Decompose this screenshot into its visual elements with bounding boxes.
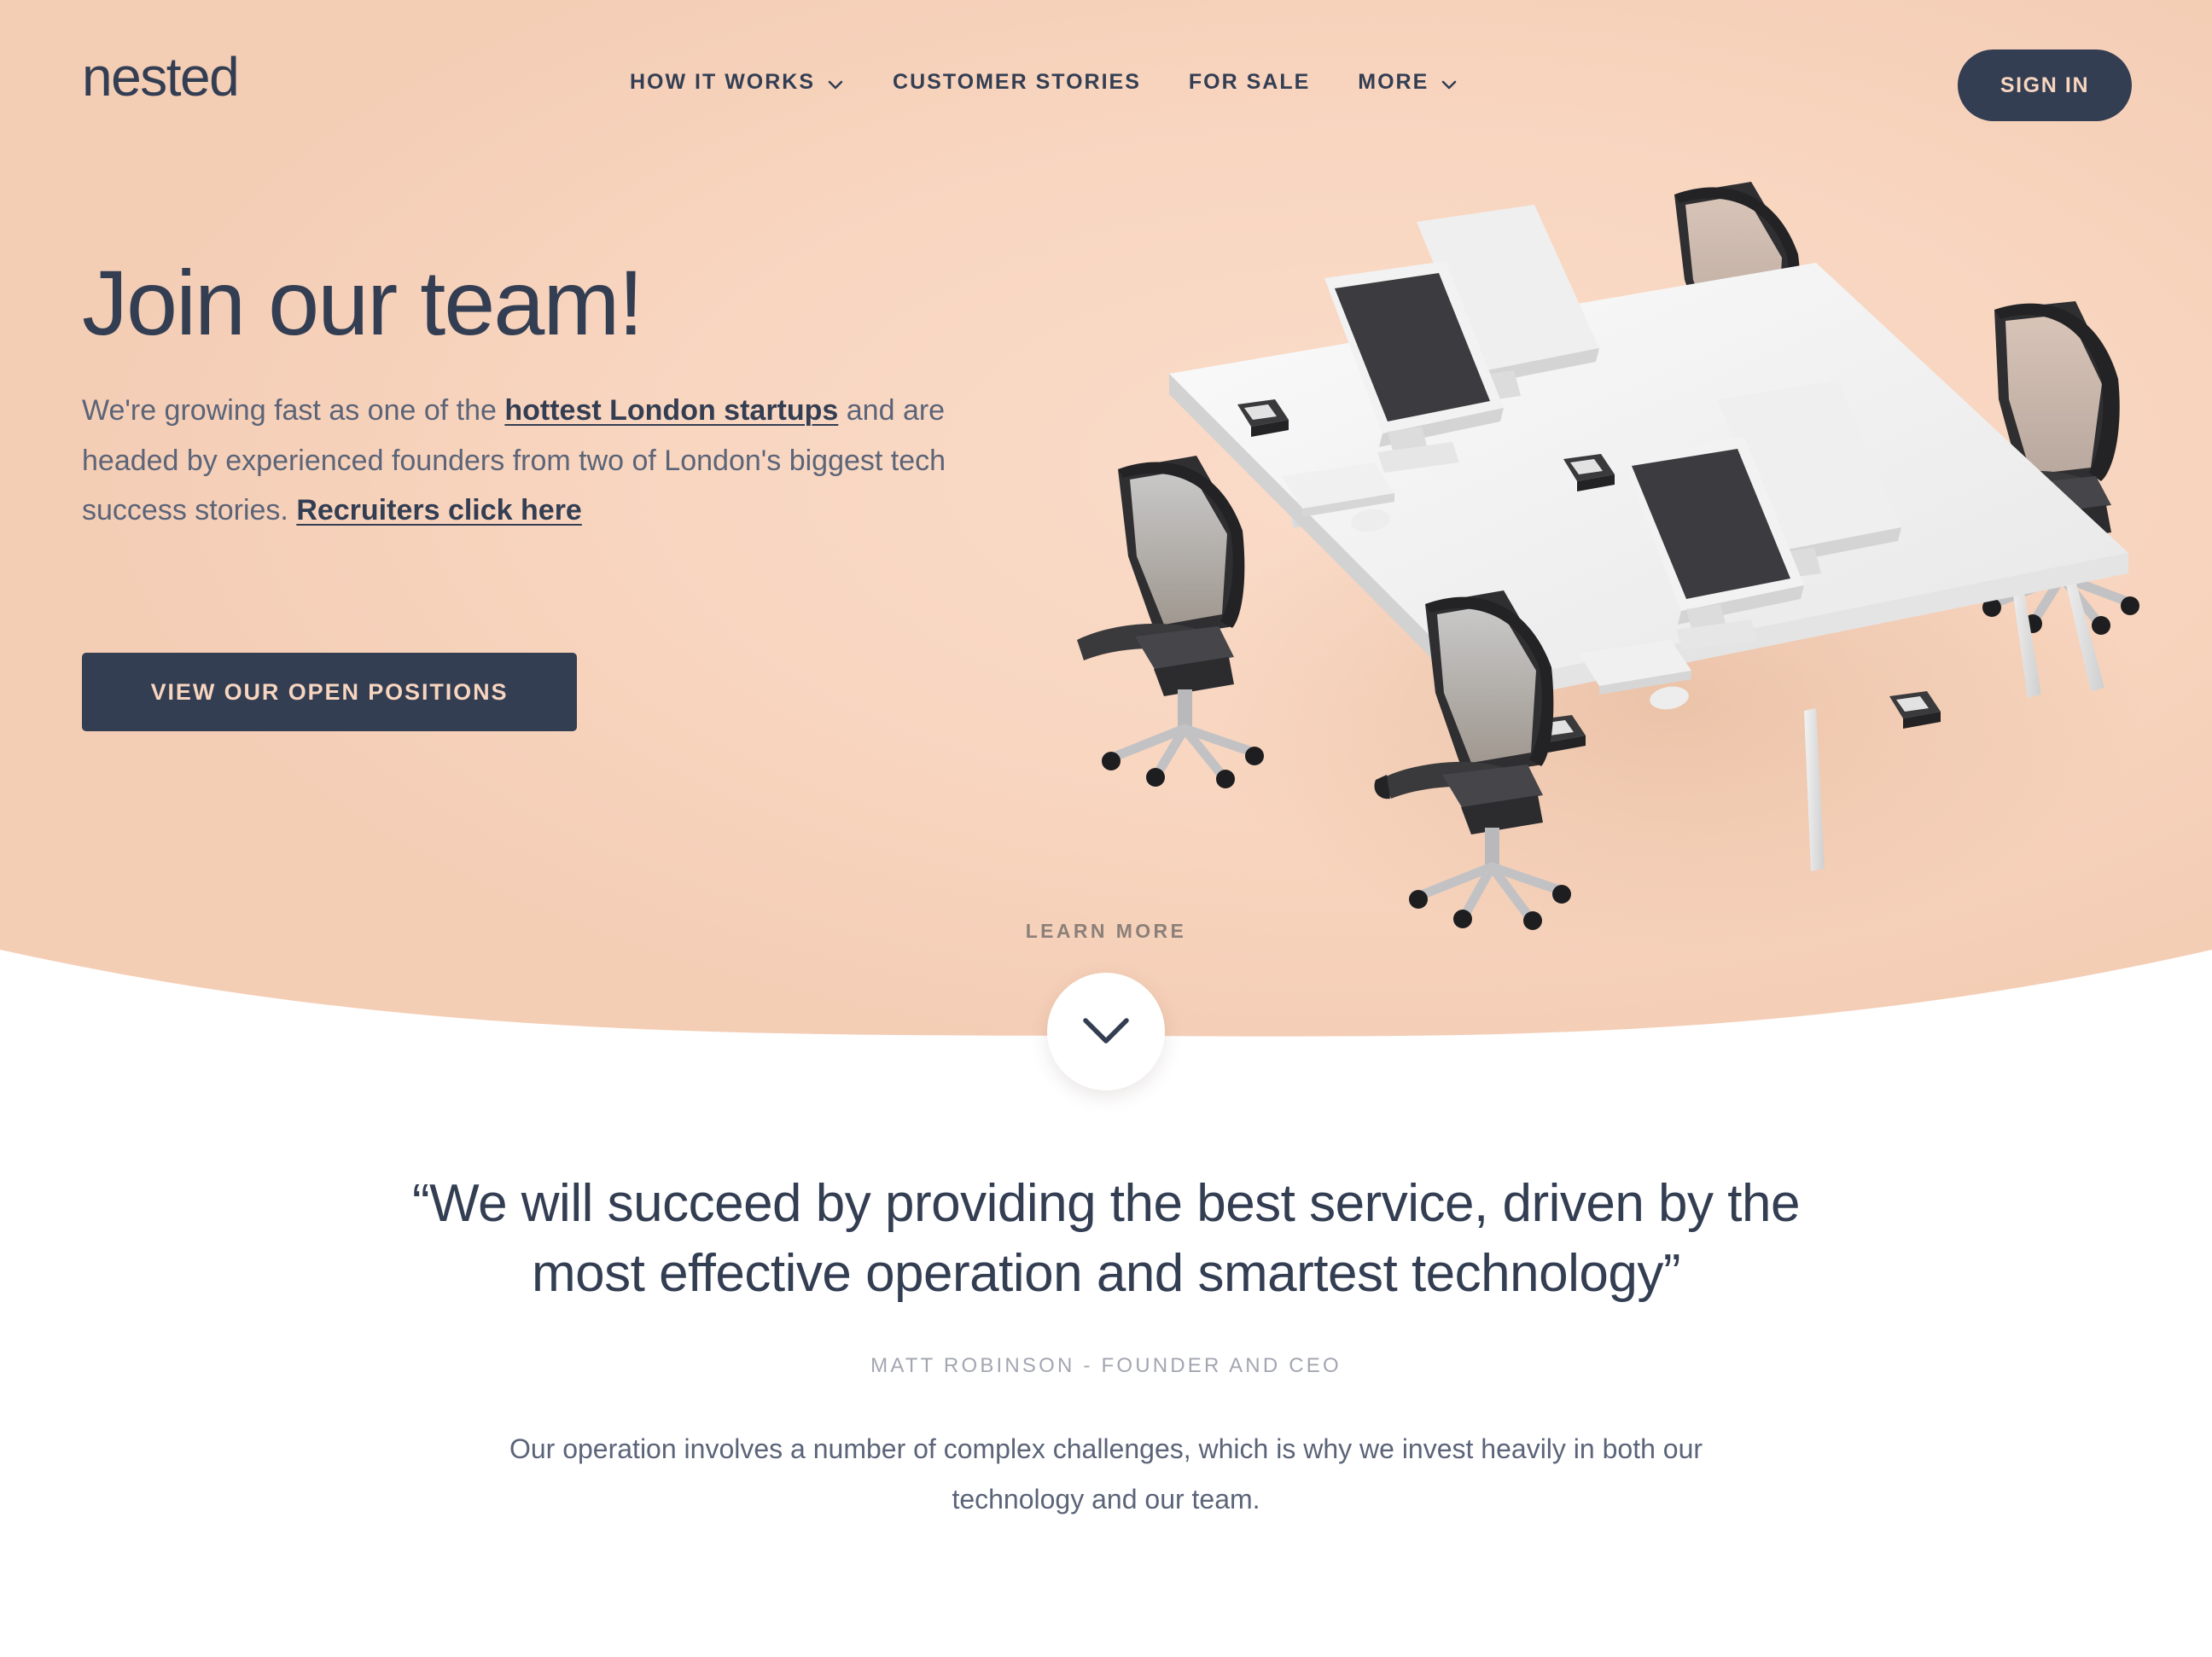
logo-nested[interactable]: nested: [82, 49, 240, 104]
office-chair-front-left: [1077, 456, 1264, 788]
learn-more-label: LEARN MORE: [1025, 920, 1187, 942]
hero-copy: Join our team! We're growing fast as one…: [82, 251, 1089, 536]
chevron-down-icon: [1440, 75, 1458, 94]
nav-item-more[interactable]: MORE: [1358, 70, 1458, 95]
hero-paragraph-part1: We're growing fast as one of the: [82, 394, 505, 427]
link-recruiters-click-here[interactable]: Recruiters click here: [296, 494, 582, 526]
monitor-front-upper: [1717, 381, 1901, 578]
keyboard-right: [1579, 640, 1691, 695]
nav-label-how-it-works: HOW IT WORKS: [630, 70, 816, 94]
desk-legs-back: [1273, 408, 2104, 698]
view-open-positions-button[interactable]: VIEW OUR OPEN POSITIONS: [82, 653, 577, 731]
scroll-down-button[interactable]: [1047, 973, 1165, 1090]
quote-section: “We will succeed by providing the best s…: [0, 1169, 2212, 1525]
office-chair-back-right: [1946, 301, 2139, 635]
hero-section: Join our team! We're growing fast as one…: [0, 0, 2212, 1075]
quote-author: MATT ROBINSON - FOUNDER AND CEO: [870, 1353, 1342, 1377]
desk-tray-right-front: [1534, 715, 1586, 753]
hero-paragraph: We're growing fast as one of the hottest…: [82, 386, 1016, 535]
desk-tray-far-right: [1889, 691, 1941, 729]
nav-label-for-sale: FOR SALE: [1188, 70, 1311, 94]
monitor-back-upper: [1417, 205, 1599, 401]
page-root: nested HOW IT WORKS CUSTOMER STORIES FOR…: [0, 0, 2212, 1657]
hero-illustration-office-desk: [1077, 152, 2212, 1005]
nav-item-for-sale[interactable]: FOR SALE: [1189, 70, 1310, 95]
quote-body-paragraph: Our operation involves a number of compl…: [509, 1433, 1703, 1515]
office-chair-back-left: [1626, 182, 1819, 510]
nav-item-how-it-works[interactable]: HOW IT WORKS: [630, 70, 845, 95]
desk-tray-left: [1237, 399, 1289, 437]
nav-item-customer-stories[interactable]: CUSTOMER STORIES: [893, 70, 1141, 95]
link-hottest-london-startups[interactable]: hottest London startups: [504, 394, 838, 427]
quote-text: “We will succeed by providing the best s…: [412, 1174, 1800, 1304]
mouse-right: [1650, 686, 1689, 710]
chevron-down-icon: [826, 75, 845, 94]
mouse-left: [1351, 509, 1390, 532]
keyboard-left: [1282, 462, 1394, 517]
monitor-front-right: [1621, 437, 1804, 650]
sign-in-button[interactable]: SIGN IN: [1958, 49, 2132, 121]
office-chair-front-center: [1374, 590, 1571, 930]
page-title: Join our team!: [82, 251, 643, 354]
site-header: nested HOW IT WORKS CUSTOMER STORIES FOR…: [0, 0, 2212, 154]
monitor-back-left: [1324, 261, 1504, 473]
chevron-down-icon: [1081, 1015, 1131, 1049]
desk-top: [1169, 263, 2128, 705]
nav-label-more: MORE: [1358, 70, 1429, 94]
nav-label-customer-stories: CUSTOMER STORIES: [893, 70, 1141, 94]
main-navigation: HOW IT WORKS CUSTOMER STORIES FOR SALE M…: [630, 70, 1458, 95]
desk-tray-center: [1563, 454, 1615, 491]
desk-legs-front: [1804, 708, 1825, 871]
